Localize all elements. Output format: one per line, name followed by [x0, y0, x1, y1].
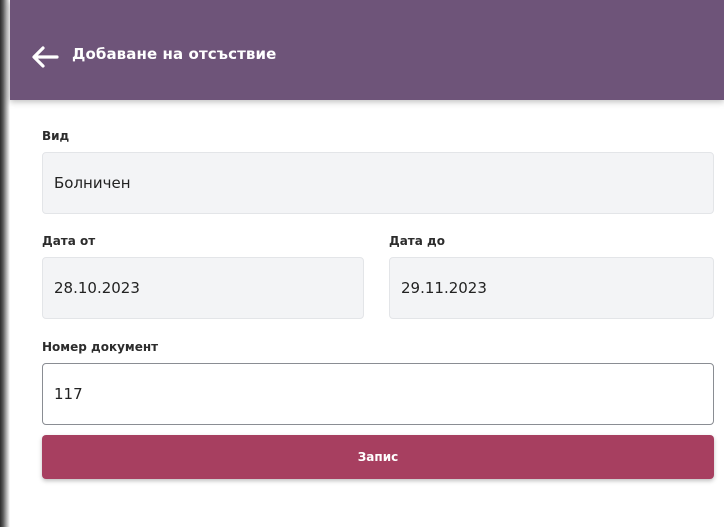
document-number-label: Номер документ: [42, 340, 159, 354]
date-to-label: Дата до: [389, 234, 445, 248]
document-number-input[interactable]: [54, 364, 713, 424]
arrow-left-icon: [32, 46, 59, 68]
date-to-field[interactable]: 29.11.2023: [389, 257, 714, 319]
type-select[interactable]: Болничен: [42, 152, 714, 214]
date-to-value: 29.11.2023: [401, 279, 487, 297]
date-from-field[interactable]: 28.10.2023: [42, 257, 364, 319]
app-header: Добаване на отсъствие: [10, 0, 724, 100]
type-label: Вид: [42, 129, 70, 143]
type-value: Болничен: [54, 174, 131, 192]
window-edge: [0, 0, 10, 527]
document-number-field[interactable]: [42, 363, 714, 425]
back-button[interactable]: [30, 44, 60, 70]
page-title: Добаване на отсъствие: [72, 45, 277, 63]
date-from-label: Дата от: [42, 234, 96, 248]
save-button[interactable]: Запис: [42, 435, 714, 479]
date-from-value: 28.10.2023: [54, 279, 140, 297]
app-container: Добаване на отсъствие Вид Болничен Дата …: [10, 0, 724, 527]
screen: Добаване на отсъствие Вид Болничен Дата …: [0, 0, 724, 527]
